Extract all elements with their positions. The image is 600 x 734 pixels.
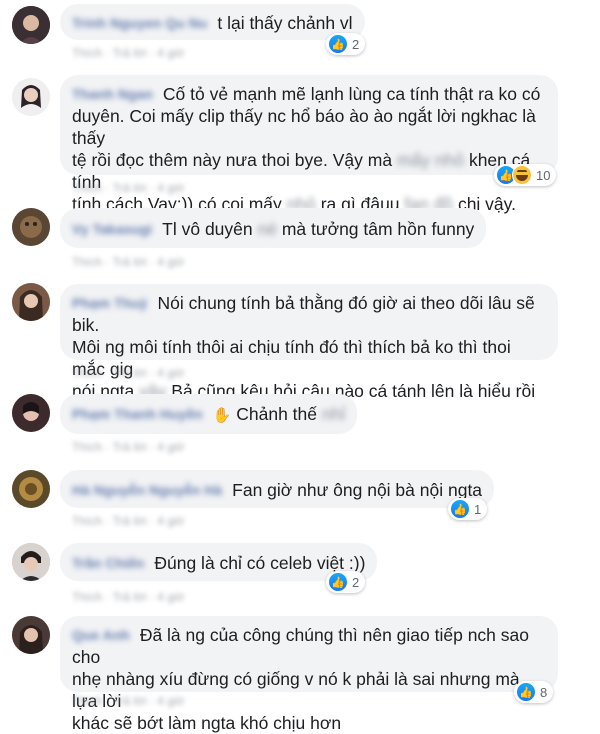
commenter-name[interactable]: Vy Takasugi: [72, 218, 152, 240]
reaction-summary[interactable]: 👍 2: [326, 571, 366, 593]
comment-bubble: Vy Takasugi Tl vô duyên nè mà tưởng tâm h…: [60, 208, 487, 248]
like-icon: 👍: [516, 682, 536, 702]
comment-text-b: mà tưởng tâm hồn funny: [281, 219, 475, 239]
like-icon: 👍: [328, 34, 348, 54]
commenter-name[interactable]: Trinh Nguyen Qu Nu: [72, 12, 207, 34]
reaction-summary[interactable]: 👍 1: [448, 498, 488, 520]
commenter-name[interactable]: Hà Nguyễn Nguyễn Hà: [72, 479, 222, 501]
reaction-count: 1: [474, 501, 482, 517]
like-icon: 👍: [450, 499, 470, 519]
comment-actions[interactable]: Thích · Trả lời · 4 giờ: [72, 366, 184, 380]
reaction-count: 8: [540, 684, 548, 700]
comment-text: Fan giờ như ông nội bà nội ngta: [232, 480, 483, 500]
avatar[interactable]: [12, 6, 50, 44]
comment-bubble: Trinh Nguyen Qu Nu t lại thấy chảnh vl: [60, 4, 365, 40]
comment-actions[interactable]: Thích · Trả lời · 4 giờ: [72, 694, 184, 708]
reaction-summary[interactable]: 👍 2: [326, 33, 366, 55]
comment-text-line-1: Cố tỏ vẻ mạnh mẽ lạnh lùng ca tính thật …: [162, 84, 541, 104]
avatar[interactable]: [12, 616, 50, 654]
waving-hand-icon: ✋: [212, 407, 232, 424]
reaction-count: 10: [536, 167, 551, 183]
commenter-name[interactable]: Trần Chiến: [72, 552, 144, 574]
commenter-name[interactable]: Que Anh: [72, 624, 130, 646]
commenter-name[interactable]: Thanh Ngan: [72, 83, 153, 105]
comment-bubble: Phạm Thuỷ Nói chung tính bả thằng đó giờ …: [60, 284, 558, 401]
comment-text-a: Tl vô duyên: [162, 219, 253, 239]
avatar[interactable]: [12, 78, 50, 116]
comment-bubble: Que Anh Đã là ng của công chúng thì nên g…: [60, 616, 558, 733]
comment-actions[interactable]: Thích · Trả lời · 4 giờ: [72, 590, 184, 604]
blurred-text: nè: [257, 219, 277, 239]
avatar[interactable]: [12, 470, 50, 508]
comment-text-line-1: Đã là ng của công chúng thì nên giao tiế…: [72, 625, 529, 667]
blurred-text: nhỉ: [321, 404, 346, 424]
commenter-name[interactable]: Phạm Thanh Huyền: [72, 403, 203, 425]
avatar[interactable]: [12, 543, 50, 581]
comment-actions[interactable]: Thích · Trả lời · 4 giờ: [72, 181, 184, 195]
avatar[interactable]: [12, 394, 50, 432]
comment-bubble: Hà Nguyễn Nguyễn Hà Fan giờ như ông nội b…: [60, 470, 495, 508]
comment-actions[interactable]: Thích · Trả lời · 4 giờ: [72, 255, 184, 269]
reaction-count: 2: [352, 36, 360, 52]
comment-actions[interactable]: Thích · Trả lời · 4 giờ: [72, 46, 184, 60]
reaction-summary[interactable]: 👍 10: [494, 164, 557, 186]
avatar[interactable]: [12, 283, 50, 321]
reaction-count: 2: [352, 574, 360, 590]
comment-text-line-2: duyên. Coi mấy clip thấy nc hổ báo ào ào…: [72, 106, 536, 148]
comment-text: t lại thấy chảnh vl: [217, 13, 353, 33]
haha-icon: [512, 165, 532, 185]
comment-actions[interactable]: Thích · Trả lời · 4 giờ: [72, 514, 184, 528]
avatar[interactable]: [12, 208, 50, 246]
comment-text-a: Chảnh thế: [236, 404, 318, 424]
comment-bubble: Thanh Ngan Cố tỏ vẻ mạnh mẽ lạnh lùng ca …: [60, 75, 558, 214]
comment-text: Đúng là chỉ có celeb việt :)): [154, 553, 366, 573]
comment-actions[interactable]: Thích · Trả lời · 4 giờ: [72, 440, 184, 454]
reaction-summary[interactable]: 👍 8: [514, 681, 554, 703]
blurred-text: mấy nhỏ: [396, 150, 465, 170]
comment-text-line-3: khác sẽ bớt làm ngta khó chịu hơn: [72, 713, 342, 733]
like-icon: 👍: [328, 572, 348, 592]
commenter-name[interactable]: Phạm Thuỷ: [72, 292, 147, 314]
comment-text-line-3a: tệ rồi đọc thêm này nưa thoi bye. Vậy mà: [72, 150, 393, 170]
comment-bubble: Phạm Thanh Huyền ✋ Chảnh thế nhỉ: [60, 394, 358, 434]
